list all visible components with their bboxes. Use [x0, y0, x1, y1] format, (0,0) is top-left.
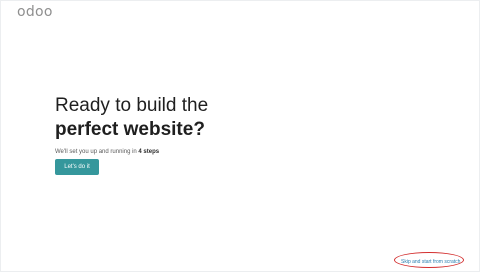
- subtitle-text: We'll set you up and running in: [55, 149, 139, 155]
- subtitle: We'll set you up and running in 4 steps: [55, 149, 375, 155]
- subtitle-steps: 4 steps: [138, 149, 160, 155]
- headline-line-1: Ready to build the: [55, 95, 209, 116]
- skip-start-from-scratch-link[interactable]: Skip and start from scratch: [401, 259, 460, 265]
- odoo-logo: odoo: [17, 4, 53, 20]
- headline-line-2: perfect website?: [55, 119, 205, 140]
- welcome-hero: Ready to build the perfect website? We'l…: [55, 94, 375, 155]
- lets-do-it-button[interactable]: Let's do it: [55, 159, 99, 175]
